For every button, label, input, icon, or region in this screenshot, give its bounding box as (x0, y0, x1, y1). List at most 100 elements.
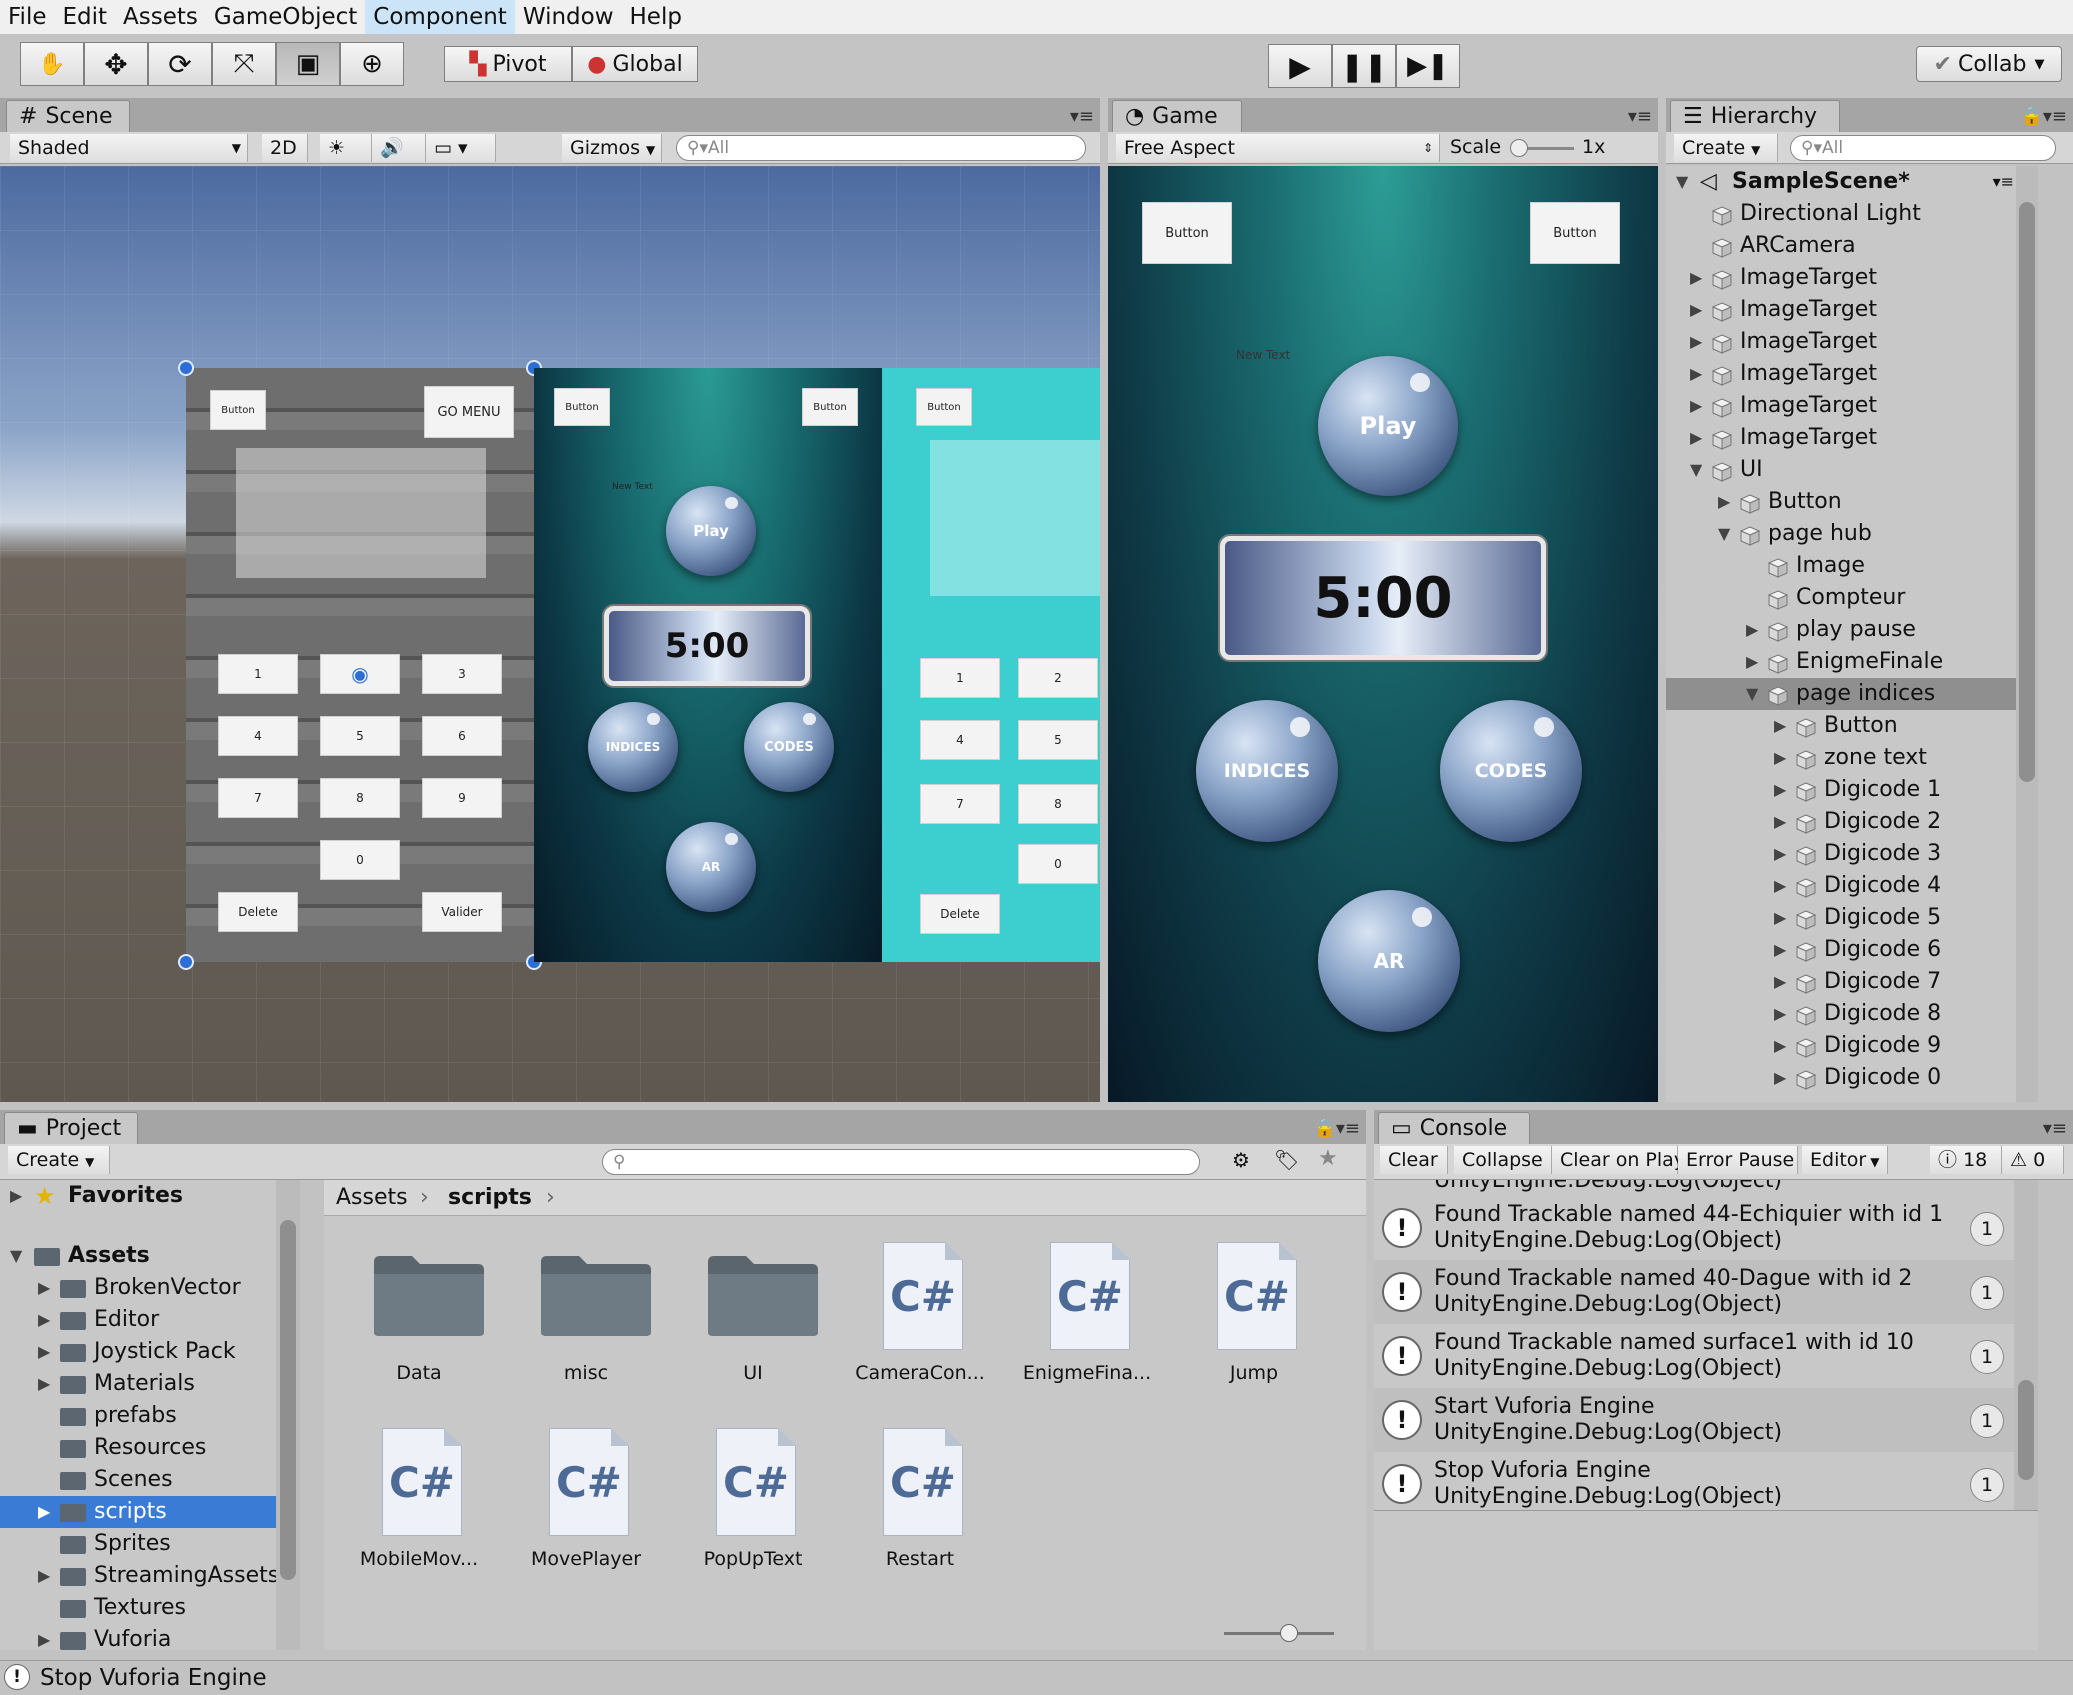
codes-bubble[interactable]: CODES (744, 702, 834, 792)
hierarchy-row[interactable]: Compteur (1666, 582, 2038, 614)
hub-right-button[interactable]: Button (802, 388, 858, 426)
key-9[interactable]: 9 (422, 778, 502, 818)
keypad-canvas[interactable]: Button GO MENU 1 ◉ 3 4 5 6 7 8 9 0 Delet… (186, 368, 534, 962)
script-file-item[interactable]: C# EnigmeFina... (1012, 1242, 1162, 1392)
breadcrumb-assets[interactable]: Assets (336, 1180, 408, 1216)
script-file-item[interactable]: C# PopUpText (678, 1428, 828, 1578)
menu-component[interactable]: Component (365, 0, 515, 34)
hierarchy-row[interactable]: ▶ Digicode 0 (1666, 1062, 2038, 1094)
hierarchy-row[interactable]: ▶ Digicode 3 (1666, 838, 2038, 870)
game-left-button[interactable]: Button (1142, 202, 1232, 264)
expand-down-icon[interactable]: ▼ (1746, 678, 1758, 710)
menu-file[interactable]: File (0, 0, 55, 34)
warning-filter-toggle[interactable]: ⓘ 18 (1930, 1146, 2002, 1174)
expand-right-icon[interactable]: ▶ (1774, 742, 1786, 774)
console-collapse-button[interactable]: Collapse (1454, 1146, 1552, 1174)
shading-dropdown[interactable]: Shaded ▼ (10, 134, 248, 162)
lock-icon[interactable]: 🔒▾≡ (2020, 106, 2067, 127)
pause-button[interactable]: ❚❚ (1332, 44, 1396, 88)
2d-toggle[interactable]: 2D (262, 134, 308, 162)
hierarchy-row[interactable]: ▶ Digicode 2 (1666, 806, 2038, 838)
project-create-button[interactable]: Create ▼ (8, 1146, 110, 1174)
key-1[interactable]: 1 (218, 654, 298, 694)
expand-down-icon[interactable]: ▼ (10, 1240, 22, 1272)
menu-assets[interactable]: Assets (115, 0, 206, 34)
rect-tool-button[interactable]: ▣ (276, 42, 340, 86)
hierarchy-row[interactable]: ▶ ImageTarget (1666, 262, 2038, 294)
hierarchy-row[interactable]: ▼ page indices (1666, 678, 2038, 710)
scene-menu-icon[interactable]: ▾≡ (1993, 166, 2014, 198)
folder-tree-row[interactable]: Textures (0, 1592, 296, 1624)
indices-key-2[interactable]: 2 (1018, 658, 1098, 698)
folder-tree-row[interactable]: ▶ Materials (0, 1368, 296, 1400)
hierarchy-row[interactable]: ▶ Digicode 6 (1666, 934, 2038, 966)
project-file-grid[interactable]: Assets › scripts › Data misc UI C# CameraCon… (324, 1180, 1366, 1650)
hierarchy-row[interactable]: ▶ ImageTarget (1666, 326, 2038, 358)
expand-right-icon[interactable]: ▶ (1774, 998, 1786, 1030)
play-bubble[interactable]: Play (666, 486, 756, 576)
tab-game[interactable]: ◔ Game (1112, 100, 1242, 132)
tag-icon[interactable]: 🏷 (1274, 1148, 1299, 1172)
expand-down-icon[interactable]: ▼ (1718, 518, 1730, 550)
hierarchy-row[interactable]: ▶ zone text (1666, 742, 2038, 774)
star-icon[interactable]: ★ (1318, 1146, 1338, 1171)
menu-help[interactable]: Help (622, 0, 690, 34)
tree-scroll-thumb[interactable] (280, 1220, 296, 1580)
hierarchy-row[interactable]: ▶ Digicode 9 (1666, 1030, 2038, 1062)
hub-left-button[interactable]: Button (554, 388, 610, 426)
hierarchy-row[interactable]: ▶ play pause (1666, 614, 2038, 646)
folder-tree-row[interactable]: Scenes (0, 1464, 296, 1496)
folder-item[interactable]: misc (511, 1242, 661, 1392)
script-file-item[interactable]: C# Jump (1179, 1242, 1329, 1392)
ar-bubble[interactable]: AR (666, 822, 756, 912)
folder-tree-row[interactable]: Sprites (0, 1528, 296, 1560)
menu-edit[interactable]: Edit (55, 0, 116, 34)
game-codes-bubble[interactable]: CODES (1440, 700, 1582, 842)
indices-key-4[interactable]: 4 (920, 720, 1000, 760)
valider-button[interactable]: Valider (422, 892, 502, 932)
expand-right-icon[interactable]: ▶ (1690, 422, 1702, 454)
step-button[interactable]: ▶❚ (1396, 44, 1460, 88)
expand-right-icon[interactable]: ▶ (38, 1336, 50, 1368)
script-file-item[interactable]: C# CameraCon... (845, 1242, 995, 1392)
collab-button[interactable]: ✔ Collab ▼ (1916, 46, 2062, 82)
folder-tree-row[interactable]: ▶ BrokenVector (0, 1272, 296, 1304)
icon-size-slider[interactable] (1224, 1632, 1334, 1635)
indices-canvas-button[interactable]: Button (916, 388, 972, 426)
expand-right-icon[interactable]: ▶ (1690, 262, 1702, 294)
canvas1-button[interactable]: Button (210, 390, 266, 430)
scene-search-input[interactable]: ⚲▾All (676, 135, 1086, 161)
hierarchy-row[interactable]: ARCamera (1666, 230, 2038, 262)
effects-dropdown[interactable]: ▭ ▾ (426, 134, 496, 162)
hierarchy-row[interactable]: ▶ Button (1666, 710, 2038, 742)
expand-right-icon[interactable]: ▶ (10, 1180, 22, 1212)
audio-toggle[interactable]: 🔊 (372, 134, 426, 162)
breadcrumb-scripts[interactable]: scripts (448, 1180, 532, 1216)
indices-key-8[interactable]: 8 (1018, 784, 1098, 824)
console-clear-button[interactable]: Clear (1380, 1146, 1448, 1174)
project-folder-tree[interactable]: ▶ ★ Favorites ▼ Assets ▶ BrokenVector ▶ Edi… (0, 1180, 300, 1650)
expand-right-icon[interactable]: ▶ (38, 1624, 50, 1650)
icon-size-slider-thumb[interactable] (1280, 1624, 1298, 1642)
go-menu-button[interactable]: GO MENU (424, 386, 514, 438)
folder-tree-row[interactable]: ▶ StreamingAssets (0, 1560, 296, 1592)
rect-handle-tl[interactable] (178, 360, 194, 376)
key-2[interactable]: ◉ (320, 654, 400, 694)
expand-right-icon[interactable]: ▶ (1746, 646, 1758, 678)
script-file-item[interactable]: C# MovePlayer (511, 1428, 661, 1578)
filter-type-icon[interactable]: ⚙ (1232, 1148, 1250, 1172)
scene-view[interactable]: Button GO MENU 1 ◉ 3 4 5 6 7 8 9 0 Delet… (0, 166, 1100, 1102)
expand-right-icon[interactable]: ▶ (38, 1304, 50, 1336)
tab-project[interactable]: ▬ Project (4, 1112, 138, 1144)
expand-right-icon[interactable]: ▶ (1774, 870, 1786, 902)
game-ar-bubble[interactable]: AR (1318, 890, 1460, 1032)
game-play-bubble[interactable]: Play (1318, 356, 1458, 496)
expand-right-icon[interactable]: ▶ (1774, 1030, 1786, 1062)
expand-right-icon[interactable]: ▶ (38, 1272, 50, 1304)
scale-slider-thumb[interactable] (1510, 139, 1528, 157)
lock-icon[interactable]: 🔒▾≡ (1313, 1118, 1360, 1139)
console-scroll-thumb[interactable] (2018, 1380, 2034, 1480)
key-6[interactable]: 6 (422, 716, 502, 756)
hierarchy-row[interactable]: ▶ EnigmeFinale (1666, 646, 2038, 678)
script-file-item[interactable]: C# MobileMov... (344, 1428, 494, 1578)
